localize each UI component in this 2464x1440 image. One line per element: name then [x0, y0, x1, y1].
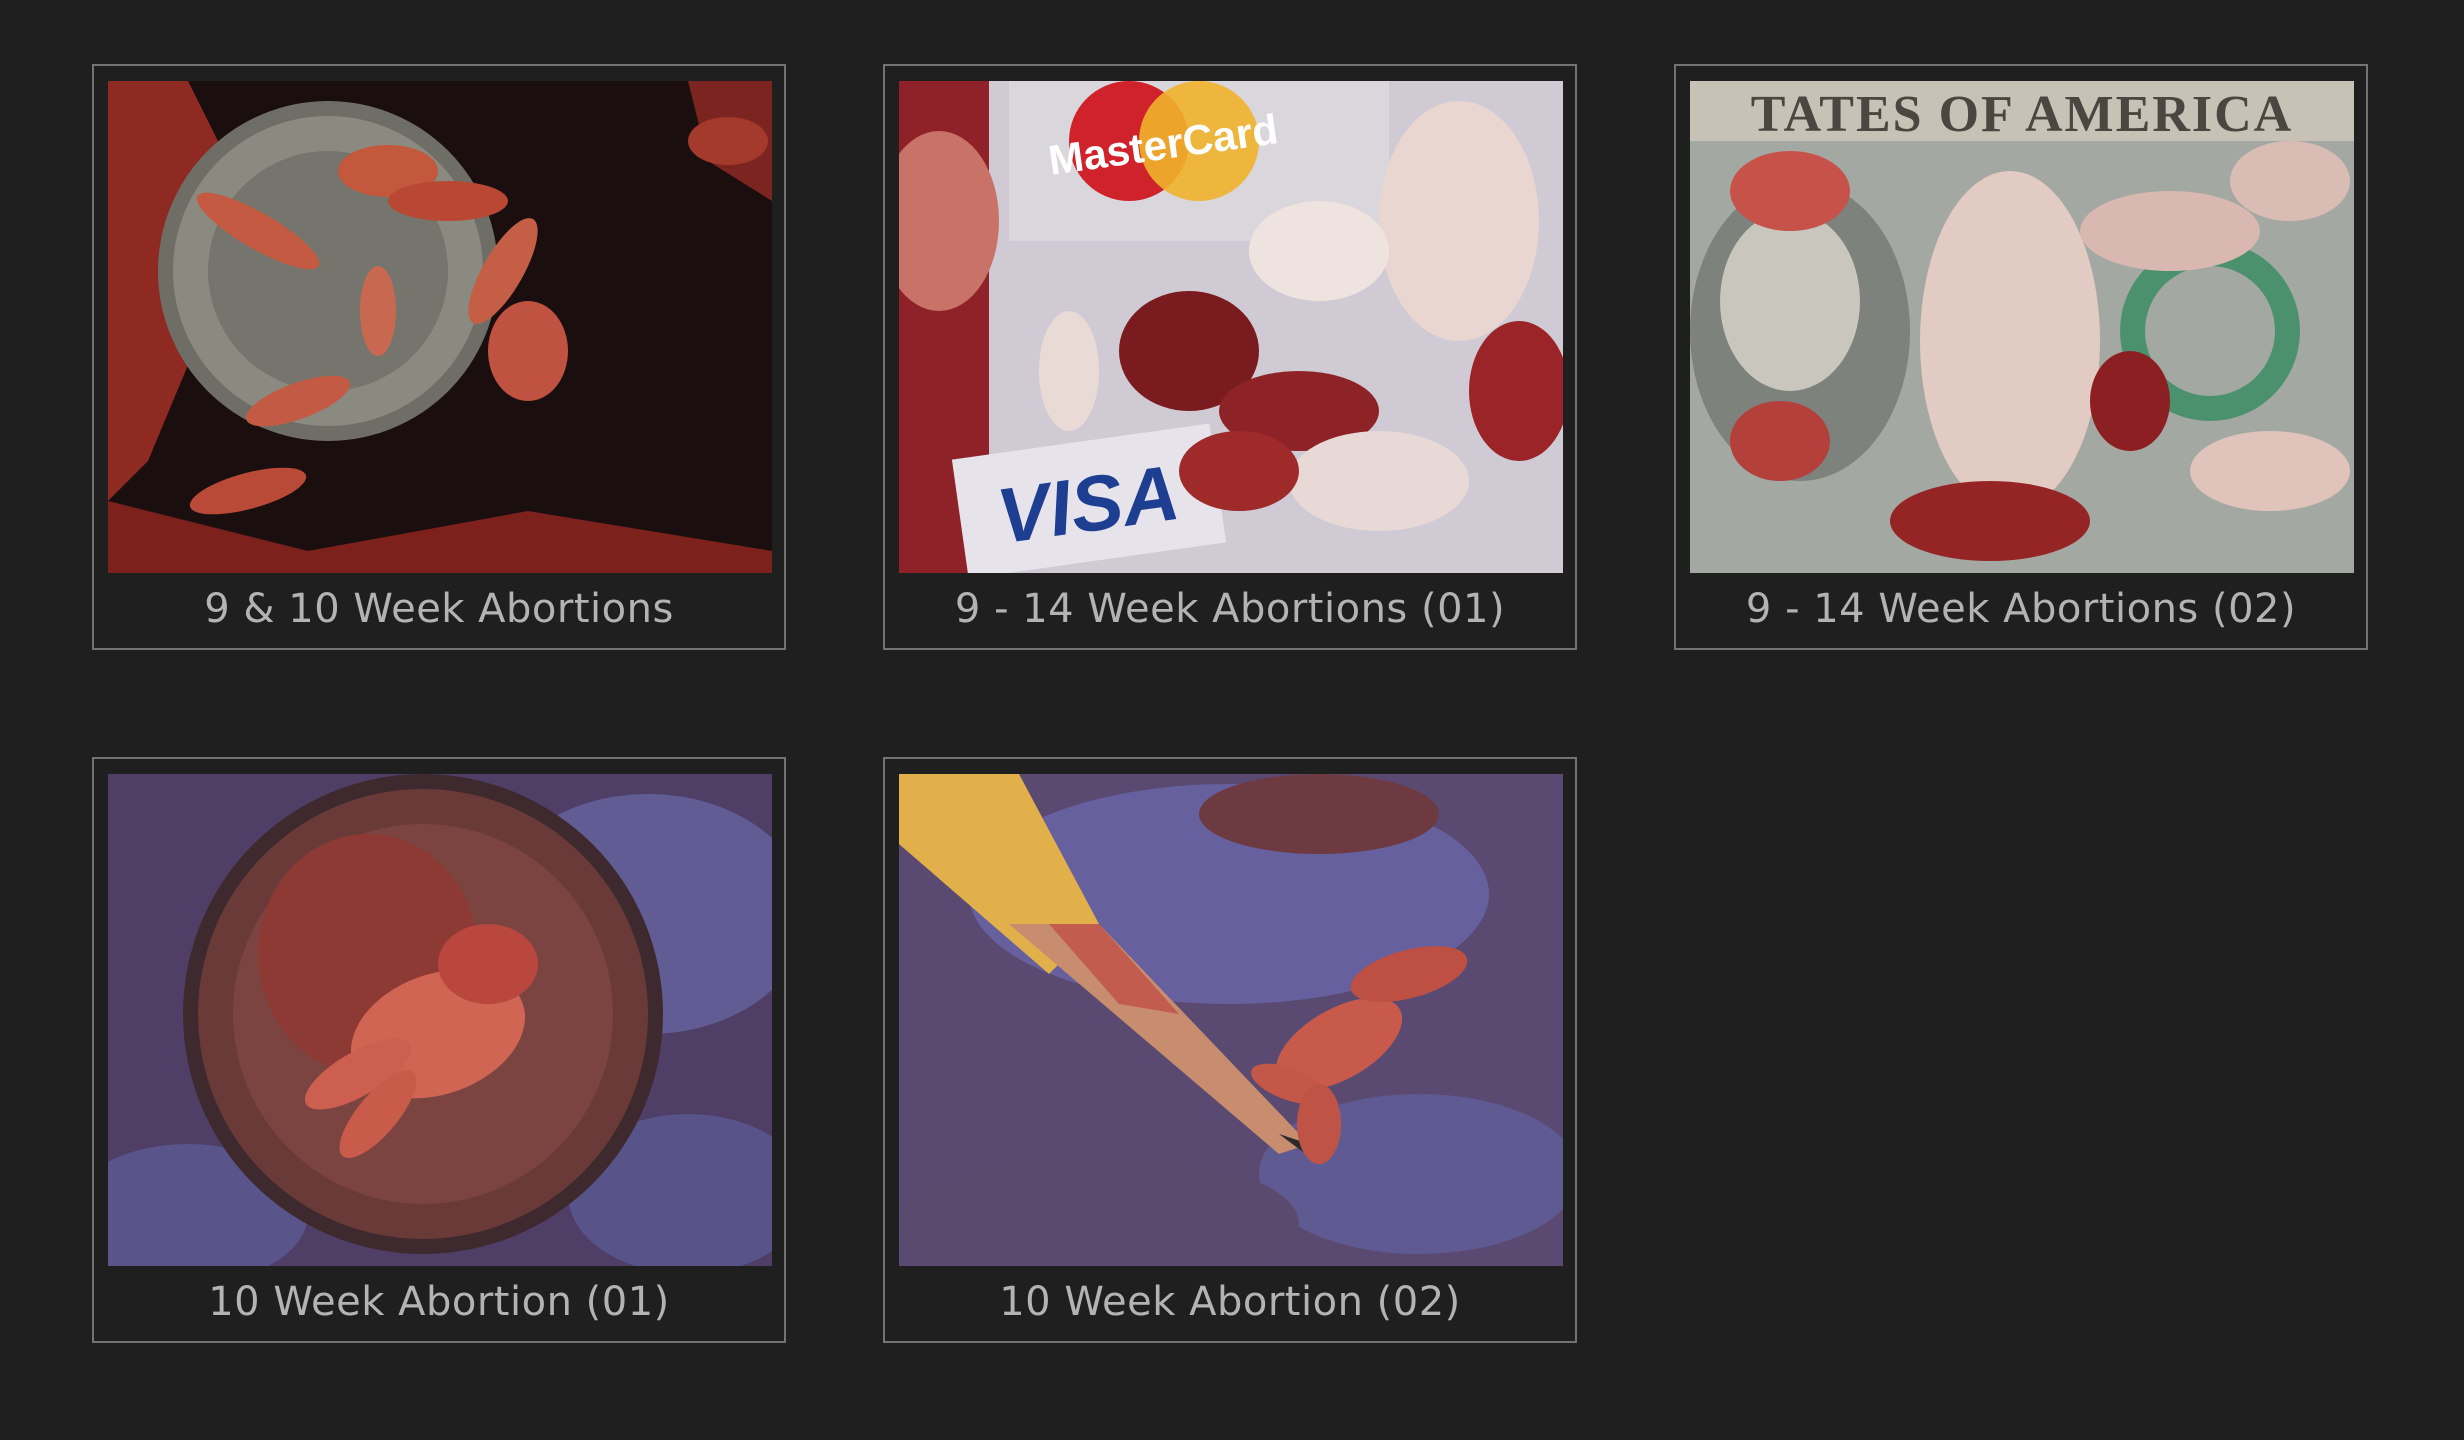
gallery-item[interactable]: MasterCard VISA 9 - 14 Week Abortions (0…	[883, 64, 1577, 650]
pencil-and-hand-photo	[899, 774, 1563, 1266]
gallery-item[interactable]: 10 Week Abortion (01)	[92, 757, 786, 1343]
gallery-caption[interactable]: 9 - 14 Week Abortions (01)	[885, 579, 1575, 639]
gallery-item[interactable]: 10 Week Abortion (02)	[883, 757, 1577, 1343]
quarter-coin-and-hand-photo	[108, 774, 772, 1266]
gallery-item[interactable]: TATES OF AMERICA 9 - 14 Week Abortions (…	[1674, 64, 2368, 650]
gallery-thumbnail[interactable]: MasterCard VISA	[899, 81, 1563, 573]
gallery-thumbnail[interactable]	[899, 774, 1563, 1266]
image-gallery: 9 & 10 Week Abortions MasterCard VISA 9 …	[92, 64, 2370, 1343]
gallery-caption[interactable]: 9 - 14 Week Abortions (02)	[1676, 579, 2366, 639]
gallery-thumbnail[interactable]: TATES OF AMERICA	[1690, 81, 2354, 573]
gallery-item[interactable]: 9 & 10 Week Abortions	[92, 64, 786, 650]
dollar-bill-and-remains-photo: TATES OF AMERICA	[1690, 81, 2354, 573]
bill-text: TATES OF AMERICA	[1751, 86, 2293, 143]
gallery-caption[interactable]: 9 & 10 Week Abortions	[94, 579, 784, 639]
gallery-caption[interactable]: 10 Week Abortion (01)	[94, 1272, 784, 1332]
credit-cards-and-remains-photo: MasterCard VISA	[899, 81, 1563, 573]
gallery-page: 9 & 10 Week Abortions MasterCard VISA 9 …	[0, 0, 2464, 1440]
gallery-caption[interactable]: 10 Week Abortion (02)	[885, 1272, 1575, 1332]
gallery-thumbnail[interactable]	[108, 81, 772, 573]
gallery-thumbnail[interactable]	[108, 774, 772, 1266]
coin-and-remains-photo	[108, 81, 772, 573]
